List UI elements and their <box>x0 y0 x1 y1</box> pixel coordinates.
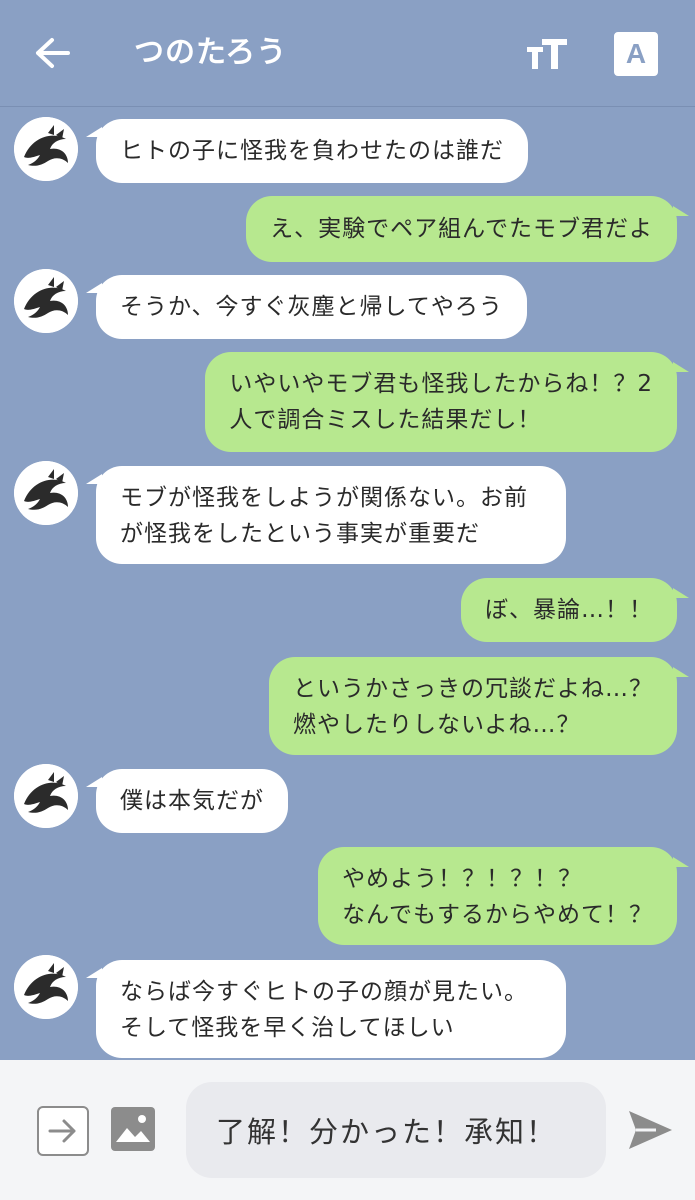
chat-header: つのたろう A <box>0 0 695 107</box>
message-list: ヒトの子に怪我を負わせたのは誰だ え、実験でペア組んでたモブ君だよ そうか、今す… <box>0 107 695 1060</box>
text-size-icon <box>527 39 567 69</box>
avatar[interactable] <box>14 117 78 181</box>
image-icon <box>111 1107 155 1151</box>
message-bubble: 僕は本気だが <box>86 769 288 833</box>
translate-button[interactable]: A <box>614 32 658 76</box>
avatar[interactable] <box>14 764 78 828</box>
message-input[interactable]: 了解！分かった！承知！ <box>186 1082 606 1178</box>
message-bubble: え、実験でペア組んでたモブ君だよ <box>246 196 689 262</box>
dragon-avatar-icon <box>14 955 78 1019</box>
attach-button[interactable] <box>37 1106 89 1156</box>
avatar[interactable] <box>14 461 78 525</box>
dragon-avatar-icon <box>14 269 78 333</box>
send-icon <box>629 1111 672 1149</box>
dragon-avatar-icon <box>14 461 78 525</box>
message-bubble: やめよう！？！？！？ なんでもするからやめて！？ <box>318 847 689 945</box>
back-button[interactable] <box>30 30 74 76</box>
message-bubble: ヒトの子に怪我を負わせたのは誰だ <box>86 119 528 183</box>
avatar[interactable] <box>14 955 78 1019</box>
message-bubble: ぼ、暴論…！！ <box>461 578 689 642</box>
avatar[interactable] <box>14 269 78 333</box>
font-size-button[interactable] <box>524 32 570 76</box>
arrow-left-icon <box>36 38 70 68</box>
translate-label: A <box>625 38 647 69</box>
message-bubble: そうか、今すぐ灰塵と帰してやろう <box>86 275 527 339</box>
arrow-right-box-icon <box>48 1119 76 1143</box>
message-input-value: 了解！分かった！承知！ <box>216 1115 558 1149</box>
dragon-avatar-icon <box>14 764 78 828</box>
message-bubble: モブが怪我をしようが関係ない。お前 が怪我をしたという事実が重要だ <box>86 466 566 564</box>
chat-title: つのたろう <box>134 35 288 70</box>
dragon-avatar-icon <box>14 117 78 181</box>
image-button[interactable] <box>110 1106 156 1152</box>
message-bubble: というかさっきの冗談だよね…？ 燃やしたりしないよね…？ <box>269 657 689 755</box>
send-button[interactable] <box>626 1108 674 1152</box>
message-bubble: いやいやモブ君も怪我したからね！？2 人で調合ミスした結果だし！ <box>205 352 689 452</box>
message-bubble: ならば今すぐヒトの子の顔が見たい。 そして怪我を早く治してほしい <box>86 960 566 1058</box>
